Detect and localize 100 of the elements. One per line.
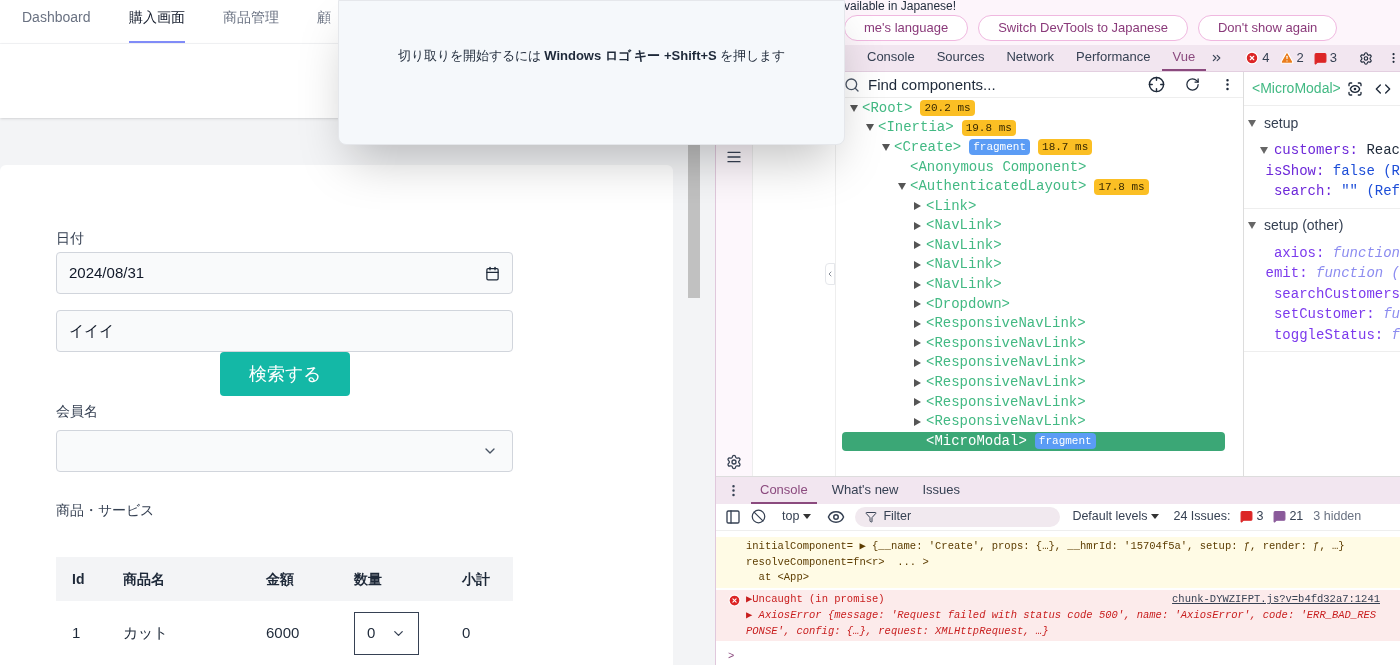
expanded-arrow-icon[interactable] <box>866 124 874 132</box>
counter-value[interactable]: 2 <box>1296 48 1304 68</box>
component-name: <Anonymous Component> <box>910 157 1087 177</box>
nav-tab[interactable]: 商品管理 <box>222 0 279 43</box>
clear-console-icon[interactable] <box>751 509 766 525</box>
component-name: <ResponsiveNavLink> <box>926 333 1086 353</box>
collapsed-arrow-icon[interactable] <box>914 300 921 309</box>
component-name: <ResponsiveNavLink> <box>926 353 1086 373</box>
property-entry: setCustomer: fu <box>1273 305 1400 325</box>
drawer-tab[interactable]: What's new <box>822 477 908 504</box>
component-name: <AuthenticatedLayout> <box>910 177 1087 197</box>
refresh-icon[interactable] <box>1185 77 1200 93</box>
error-icon <box>728 594 741 607</box>
collapsed-arrow-icon[interactable] <box>914 202 921 211</box>
component-tree-row[interactable]: <AuthenticatedLayout> 17.8 ms <box>842 176 1225 197</box>
counter-value[interactable]: 4 <box>1262 48 1270 68</box>
search-field[interactable]: イイイ <box>56 310 513 352</box>
collapsed-arrow-icon[interactable] <box>914 417 921 426</box>
fragment-badge: fragment <box>1034 433 1096 450</box>
collapsed-arrow-icon[interactable] <box>914 221 921 230</box>
settings-icon[interactable] <box>726 454 742 471</box>
expanded-arrow-icon[interactable] <box>1248 119 1256 127</box>
section-title[interactable]: setup (other) <box>1264 215 1344 237</box>
collapsed-arrow-icon[interactable] <box>914 280 921 289</box>
console-line: ▶ AxiosError {message: 'Request failed with status code 500', name: 'AxiosError', code: 'ERR_BAD_RESPONSE', config: {…}, request: XMLHttpRequest, …} <box>746 607 1378 639</box>
component-name: <MicroModal> <box>926 431 1027 451</box>
component-tree-row[interactable]: <Root> 20.2 ms <box>842 98 1225 118</box>
component-name: <Inertia> <box>878 118 954 138</box>
field-label: 会員名 <box>56 402 99 421</box>
devtools-tab[interactable]: Network <box>995 44 1066 72</box>
nav-tab[interactable]: 顧 <box>316 0 331 43</box>
component-name: <NavLink> <box>926 275 1002 295</box>
component-search-field[interactable]: Find components... <box>868 73 1140 97</box>
devtools-tab[interactable]: Sources <box>925 44 996 72</box>
component-name: <ResponsiveNavLink> <box>926 314 1086 334</box>
search-icon <box>844 76 860 93</box>
collapsed-arrow-icon[interactable] <box>914 319 921 328</box>
timing-badge: 20.2 ms <box>920 100 975 117</box>
devtools-tab[interactable]: Performance <box>1065 44 1162 72</box>
column-header: 商品名 <box>123 569 165 589</box>
property-entry: axios: function <box>1273 243 1400 263</box>
collapsed-arrow-icon[interactable] <box>914 260 921 269</box>
property-entry: customers: Reac <box>1273 141 1400 161</box>
source-link[interactable]: chunk-DYWZIFPT.js?v=b4fd32a7:1241 <box>1172 592 1380 608</box>
column-header: Id <box>72 569 85 589</box>
component-tree-row[interactable]: <Inertia> 19.8 ms <box>842 118 1225 138</box>
notification-text: 切り取りを開始するには Windows ロゴ キー +Shift+S を押します <box>397 47 786 65</box>
levels-dropdown[interactable]: Default levels <box>1072 507 1160 527</box>
console-line: at <App> <box>757 570 810 586</box>
table-cell-text: 6000 <box>266 623 300 644</box>
settings-icon[interactable] <box>1359 49 1373 67</box>
section-label: 商品・サービス <box>56 501 155 520</box>
banner-button[interactable]: me's language <box>844 15 969 41</box>
expanded-arrow-icon[interactable] <box>1260 147 1268 155</box>
banner-button[interactable]: Don't show again <box>1197 15 1338 41</box>
counter-value[interactable]: 3 <box>1329 48 1337 68</box>
console-prompt[interactable]: > <box>716 649 735 665</box>
collapsed-arrow-icon[interactable] <box>914 358 921 367</box>
filter-field[interactable]: Filter <box>855 506 1061 527</box>
quantity-select[interactable]: 0 <box>354 612 419 655</box>
counter-value[interactable]: 21 <box>1289 507 1304 527</box>
nav-tab[interactable]: Dashboard <box>22 0 91 43</box>
column-header: 数量 <box>354 569 382 589</box>
collapsed-arrow-icon[interactable] <box>914 398 921 407</box>
hidden-count: 3 hidden <box>1313 508 1362 526</box>
collapse-toggle[interactable] <box>825 263 835 286</box>
calendar-icon[interactable] <box>485 265 500 281</box>
property-entry: emit: function ( <box>1265 264 1400 284</box>
property-entry: isShow: false (R <box>1265 161 1400 181</box>
component-name: <ResponsiveNavLink> <box>926 373 1086 393</box>
issues-label[interactable]: 24 Issues: <box>1173 507 1231 527</box>
console-line: initialComponent= ▶ {__name: 'Create', props: {…}, __hmrId: '15704f5a', setup: ƒ, render: ƒ, …} <box>746 538 1345 554</box>
collapsed-arrow-icon[interactable] <box>914 339 921 348</box>
component-name: <NavLink> <box>926 255 1002 275</box>
fragment-badge: fragment <box>969 139 1031 156</box>
sidebar-toggle-icon[interactable] <box>725 508 741 525</box>
component-name: <Dropdown> <box>926 294 1010 314</box>
timing-badge: 17.8 ms <box>1094 178 1149 195</box>
console-line: resolveComponent=fn<r> ... > <box>746 554 929 570</box>
property-entry: toggleStatus: f <box>1273 325 1400 345</box>
section-title[interactable]: setup <box>1264 112 1299 134</box>
component-tree-row[interactable]: <Create> fragment 18.7 ms <box>842 137 1225 158</box>
counter-value[interactable]: 3 <box>1256 507 1264 527</box>
issue-icon <box>1240 510 1254 524</box>
collapsed-arrow-icon[interactable] <box>914 378 921 387</box>
date-field[interactable]: 2024/08/31 <box>56 252 513 294</box>
banner-button[interactable]: Switch DevTools to Japanese <box>978 15 1188 41</box>
devtools-tab[interactable]: Vue <box>1161 44 1207 72</box>
table-cell-text: カット <box>123 623 168 644</box>
inspect-icon[interactable] <box>1346 80 1363 97</box>
expanded-arrow-icon[interactable] <box>882 143 890 151</box>
expanded-arrow-icon[interactable] <box>1248 222 1256 230</box>
expanded-arrow-icon[interactable] <box>898 183 906 191</box>
collapsed-arrow-icon[interactable] <box>914 241 921 250</box>
context-dropdown[interactable]: top <box>782 507 812 527</box>
crosshair-icon[interactable] <box>1148 76 1165 94</box>
drawer-tab[interactable]: Issues <box>913 477 970 504</box>
timing-badge: 19.8 ms <box>961 119 1016 136</box>
devtools-tab[interactable]: Console <box>856 44 926 72</box>
drawer-tab[interactable]: Console <box>751 477 817 504</box>
